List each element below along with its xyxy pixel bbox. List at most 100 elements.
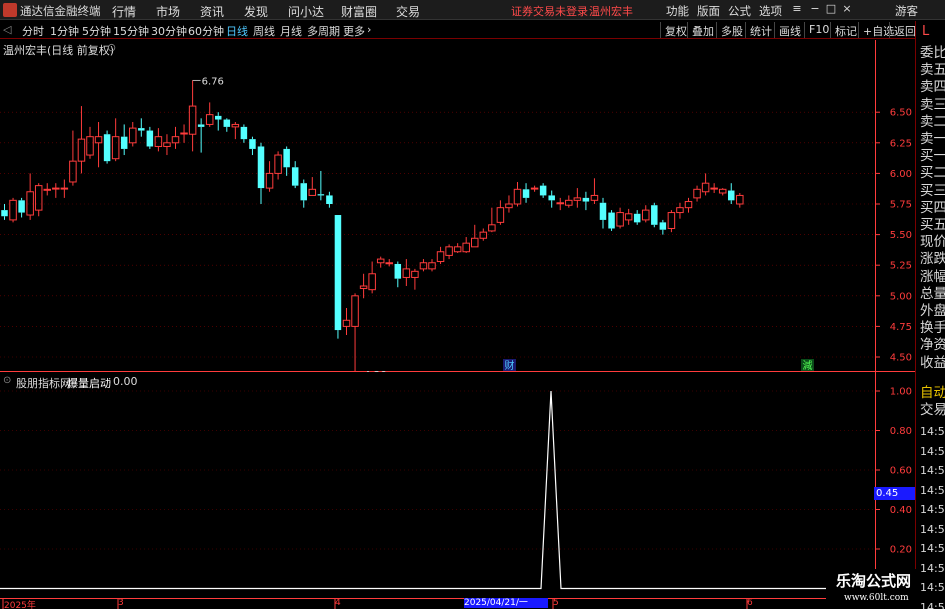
period-weekly[interactable]: 周线 xyxy=(253,23,275,39)
candle-body xyxy=(556,202,564,205)
period-5min[interactable]: 5分钟 xyxy=(82,23,111,39)
f10-button[interactable]: F10 xyxy=(804,22,833,38)
menu-banmian[interactable]: 版面 xyxy=(697,3,720,19)
menu-jiaoyi[interactable]: 交易 xyxy=(396,3,420,20)
watermark-url: www.60lt.com xyxy=(844,593,909,603)
quote-row-label: 外盘 xyxy=(920,303,945,319)
minimize-icon[interactable]: − xyxy=(808,2,822,16)
price-chart[interactable]: 6.50 6.25 6.00 5.75 5.50 5.25 5.00 4.75 4.50 6.76… xyxy=(0,40,915,381)
quote-row-label: 卖三 xyxy=(920,96,945,113)
candle-body xyxy=(197,124,205,127)
period-1min[interactable]: 1分钟 xyxy=(50,23,79,39)
app-logo-icon xyxy=(3,3,17,17)
candle-body xyxy=(402,268,411,278)
indicator-value: 0.00 xyxy=(113,375,138,388)
close-icon[interactable]: × xyxy=(840,2,854,16)
candle-body xyxy=(188,105,197,135)
menu-faxian[interactable]: 发现 xyxy=(244,3,268,20)
menu-hangqing[interactable]: 行情 xyxy=(112,3,136,20)
candle-body xyxy=(496,207,505,223)
menu-wenxiaoda[interactable]: 问小达 xyxy=(288,3,324,20)
quote-row-label: 卖五 xyxy=(920,62,945,79)
tick-time: 14:56 xyxy=(920,600,945,609)
candle-body xyxy=(385,262,393,265)
quote-row-label: 净资 xyxy=(920,337,945,354)
event-marker-jian: 減 xyxy=(801,359,814,372)
period-monthly[interactable]: 月线 xyxy=(280,23,302,39)
candle-body xyxy=(411,270,419,278)
draw-line-button[interactable]: 画线 xyxy=(774,22,805,38)
candle-body xyxy=(488,224,496,232)
statistics-button[interactable]: 统计 xyxy=(745,22,776,38)
candle-body xyxy=(701,182,710,193)
candle-body xyxy=(52,187,60,190)
period-daily[interactable]: 日线 xyxy=(226,23,248,39)
chart-settings-icon[interactable]: ⊙ xyxy=(107,41,116,54)
login-notice[interactable]: 证券交易未登录 xyxy=(511,3,588,19)
period-fenshi[interactable]: 分时 xyxy=(22,23,44,39)
multi-stock-button[interactable]: 多股 xyxy=(716,22,747,38)
quote-row-label: 卖二 xyxy=(920,113,945,130)
tick-time: 14:56 xyxy=(920,503,945,516)
period-60min[interactable]: 60分钟 xyxy=(188,23,224,39)
trade-label[interactable]: 交易 xyxy=(920,402,945,419)
candle-body xyxy=(676,207,684,214)
period-30min[interactable]: 30分钟 xyxy=(151,23,187,39)
candle-body xyxy=(471,237,479,248)
price-tick-label: 6.50 xyxy=(890,108,912,119)
candle-body xyxy=(599,202,607,220)
event-marker-jian-label: 減 xyxy=(803,359,813,372)
candle-body xyxy=(240,126,248,140)
candle-body xyxy=(394,263,402,279)
indicator-name: 爆量启动 xyxy=(67,377,111,390)
auto-trade-label[interactable]: 自动 xyxy=(920,385,945,402)
candle-body xyxy=(445,246,453,256)
candle-body xyxy=(265,172,274,189)
menu-zixun[interactable]: 资讯 xyxy=(200,3,224,20)
price-chart-canvas: 6.50 6.25 6.00 5.75 5.50 5.25 5.00 4.75 4.50 6.76… xyxy=(0,40,915,381)
candle-body xyxy=(428,262,436,270)
menu-caifuquan[interactable]: 财富圈 xyxy=(341,3,377,20)
period-more[interactable]: 更多 xyxy=(343,23,365,39)
menu-gongneng[interactable]: 功能 xyxy=(666,3,689,19)
price-tick-label: 5.25 xyxy=(890,261,912,272)
candle-body xyxy=(103,134,111,162)
indicator-tick-label: 0.60 xyxy=(890,466,912,477)
candle-body xyxy=(317,194,325,196)
event-marker-cai-label: 财 xyxy=(505,359,515,372)
menu-gongshi[interactable]: 公式 xyxy=(728,3,751,19)
tick-time: 14:56 xyxy=(920,483,945,497)
more-chevron-icon[interactable]: › xyxy=(367,23,371,36)
menu-shichang[interactable]: 市场 xyxy=(156,3,180,20)
window-menu-icon[interactable]: ≡ xyxy=(790,2,804,16)
watermark-title: 乐淘公式网 xyxy=(836,572,912,590)
date-cursor-label: 2025/04/21/一 xyxy=(464,598,548,608)
mark-button[interactable]: 标记 xyxy=(830,22,861,38)
candle-body xyxy=(77,138,86,162)
guest-user[interactable]: 游客 xyxy=(895,3,918,19)
candle-body xyxy=(291,167,299,186)
indicator-toggle-icon[interactable]: ⊙ xyxy=(3,375,11,386)
candle-body xyxy=(642,209,650,221)
candle-body xyxy=(205,114,214,125)
tick-time: 14:56 xyxy=(920,522,945,536)
indicator-chart[interactable]: 1.00 0.80 0.60 0.40 0.20 ⊙ 股朋指标网 爆量启动 : 0.00… xyxy=(0,372,915,599)
panel-top-letter[interactable]: L xyxy=(922,23,929,40)
candle-body xyxy=(215,115,222,120)
date-label-year: 2025年 xyxy=(4,601,36,609)
period-sidebar-toggle[interactable]: ◁ xyxy=(3,23,11,36)
candle-body xyxy=(146,130,154,147)
candle-body xyxy=(163,142,171,147)
candle-body xyxy=(693,188,701,199)
quote-row-label: 买五 xyxy=(920,217,945,233)
period-multi[interactable]: 多周期 xyxy=(307,23,340,39)
maximize-icon[interactable]: □ xyxy=(824,2,838,16)
overlay-button[interactable]: 叠加 xyxy=(687,22,718,38)
menu-xuanxiang[interactable]: 选项 xyxy=(759,3,782,19)
candle-body xyxy=(616,212,624,227)
candle-body xyxy=(231,123,240,128)
candle-body xyxy=(462,242,470,253)
period-toolbar: ◁ 分时 1分钟 5分钟 15分钟 30分钟 60分钟 日线 周线 月线 多周期… xyxy=(0,21,916,39)
candle-body xyxy=(479,231,488,239)
period-15min[interactable]: 15分钟 xyxy=(113,23,149,39)
